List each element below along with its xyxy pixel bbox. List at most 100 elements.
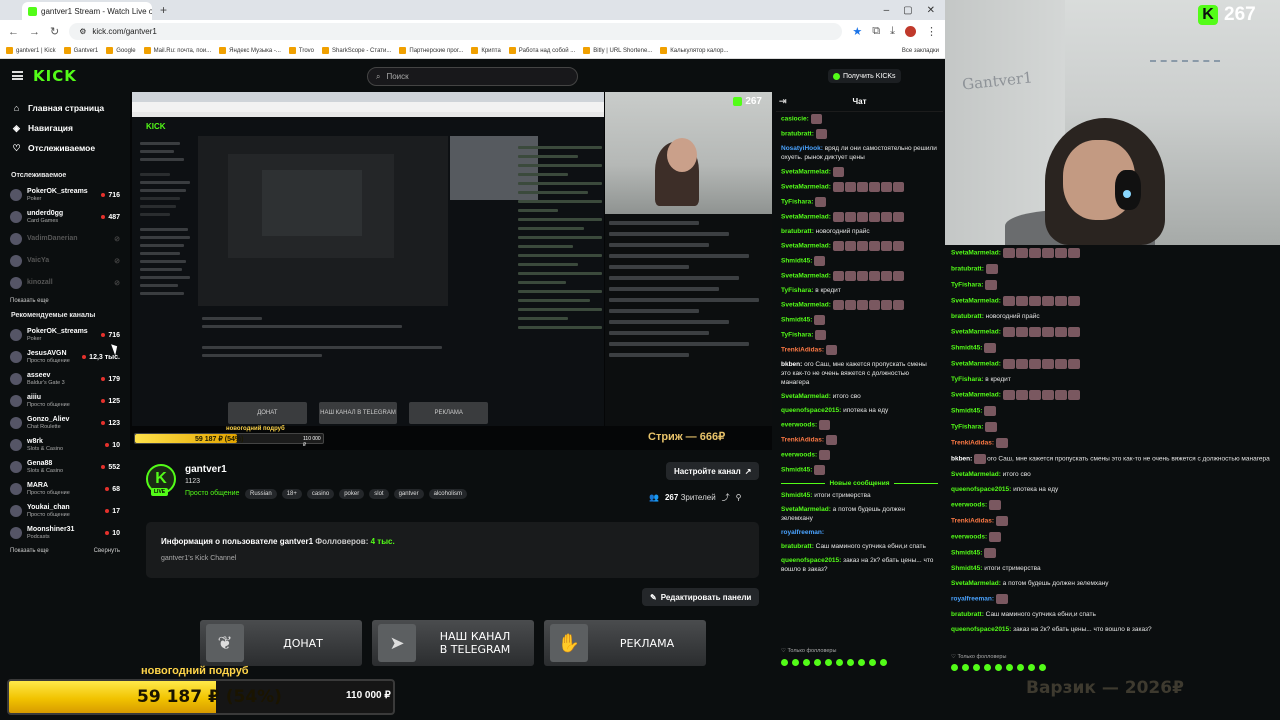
bookmark-star-icon[interactable]: ★ (852, 25, 862, 38)
bookmark-item[interactable]: Партнерские прог... (399, 47, 463, 54)
chat-username[interactable]: SvetaMarmelad: (781, 169, 831, 176)
chat-username[interactable]: bratubratt: (781, 543, 814, 550)
chat-username[interactable]: TrenkiAdidas: (781, 437, 824, 444)
tag-pill[interactable]: poker (339, 489, 365, 499)
chat-username[interactable]: bratubratt: (781, 228, 814, 235)
chat-username[interactable]: royalfreeman: (951, 596, 994, 603)
channel-item[interactable]: VadimDanerian ⊘ (0, 228, 130, 250)
emote-icon[interactable] (880, 659, 887, 666)
chat-username[interactable]: TrenkiAdidas: (781, 347, 824, 354)
channel-item[interactable]: Youkai_chan Просто общение 17 (0, 500, 130, 522)
share-icon[interactable]: ⤴ (722, 492, 730, 503)
channel-item[interactable]: PokerOK_streams Poker 716 (0, 184, 130, 206)
chat-username[interactable]: SvetaMarmelad: (951, 298, 1001, 305)
chat-username[interactable]: SvetaMarmelad: (951, 392, 1001, 399)
chat-username[interactable]: Shmidt45: (951, 565, 982, 572)
chat-username[interactable]: Shmidt45: (781, 258, 812, 265)
chat-username[interactable]: everwoods: (781, 422, 817, 429)
bookmark-item[interactable]: Калькулятор калор... (660, 47, 728, 54)
chat-username[interactable]: SvetaMarmelad: (781, 393, 831, 400)
emote-icon[interactable] (825, 659, 832, 666)
chat-username[interactable]: SvetaMarmelad: (951, 471, 1001, 478)
chat-username[interactable]: TrenkiAdidas: (951, 518, 994, 525)
chat-username[interactable]: TrenkiAdidas: (951, 440, 994, 447)
minimize-icon[interactable]: – (884, 5, 890, 16)
chat-username[interactable]: everwoods: (951, 534, 987, 541)
emote-icon[interactable] (792, 659, 799, 666)
chat-username[interactable]: TyFishara: (781, 332, 813, 339)
chat-username[interactable]: SvetaMarmelad: (951, 361, 1001, 368)
emote-icon[interactable] (836, 659, 843, 666)
channel-item[interactable]: Moonshiner31 Podcasts 10 (0, 522, 130, 544)
chat-username[interactable]: Shmidt45: (781, 492, 812, 499)
chat-username[interactable]: Shmidt45: (951, 345, 982, 352)
bookmark-item[interactable]: gantver1 | Kick (6, 47, 56, 54)
maximize-icon[interactable]: ▢ (903, 5, 912, 16)
chat-username[interactable]: TyFishara: (951, 424, 983, 431)
tag-pill[interactable]: Russian (245, 489, 277, 499)
tag-pill[interactable]: slot (369, 489, 389, 499)
chat-username[interactable]: Shmidt45: (951, 550, 982, 557)
emote-icon[interactable] (858, 659, 865, 666)
tag-pill[interactable]: alcoholism (428, 489, 467, 499)
chat-username[interactable]: SvetaMarmelad: (781, 273, 831, 280)
tag-pill[interactable]: casino (306, 489, 335, 499)
chat-username[interactable]: queenofspace2015: (781, 557, 841, 564)
show-more-link-2[interactable]: Показать еще (10, 548, 49, 554)
menu-icon[interactable] (12, 71, 23, 80)
emote-icon[interactable] (781, 659, 788, 666)
channel-item[interactable]: PokerOK_streams Poker 716 (0, 324, 130, 346)
chat-username[interactable]: TyFishara: (781, 287, 813, 294)
setup-channel-button[interactable]: Настройте канал ↗ (666, 462, 760, 480)
back-icon[interactable]: ← (8, 26, 19, 38)
tag-pill[interactable]: 18+ (281, 489, 302, 499)
browser-menu-icon[interactable]: ⋮ (926, 25, 937, 38)
chat-username[interactable]: bratubratt: (951, 266, 984, 273)
all-bookmarks-link[interactable]: Все закладки (902, 48, 939, 54)
emote-icon[interactable] (814, 659, 821, 666)
chat-username[interactable]: TyFishara: (951, 376, 983, 383)
chat-username[interactable]: SvetaMarmelad: (781, 243, 831, 250)
panel-telegram[interactable]: ➤ НАШ КАНАЛ В TELEGRAM (372, 620, 534, 666)
chat-username[interactable]: SvetaMarmelad: (951, 580, 1001, 587)
bookmark-item[interactable]: Крипта (471, 47, 501, 54)
chat-username[interactable]: everwoods: (781, 452, 817, 459)
channel-item[interactable]: Gena88 Slots & Casino 552 (0, 456, 130, 478)
chat-username[interactable]: SvetaMarmelad: (951, 250, 1001, 257)
stream-category[interactable]: Просто общение (185, 490, 239, 497)
panel-donate[interactable]: ❦ ДОНАТ (200, 620, 362, 666)
chat-username[interactable]: SvetaMarmelad: (781, 302, 831, 309)
panel-ads[interactable]: ✋ РЕКЛАМА (544, 620, 706, 666)
nav-home[interactable]: ⌂ Главная страница (0, 98, 130, 118)
forward-icon[interactable]: → (29, 26, 40, 38)
edit-panels-button[interactable]: ✎ Редактировать панели (642, 588, 760, 606)
show-more-link[interactable]: Показать еще (10, 298, 49, 304)
channel-item[interactable]: VaicYa ⊘ (0, 250, 130, 272)
kick-logo[interactable]: KICK (33, 67, 77, 85)
channel-item[interactable]: aiiiu Просто общение 125 (0, 390, 130, 412)
bookmark-item[interactable]: Mail.Ru: почта, пои... (143, 47, 211, 54)
nav-browse[interactable]: ◈ Навигация (0, 118, 130, 138)
chat-username[interactable]: casiocie: (781, 116, 809, 123)
emote-icon[interactable] (803, 659, 810, 666)
channel-item[interactable]: w8rk Slots & Casino 10 (0, 434, 130, 456)
url-field[interactable]: ⚙ kick.com/gantver1 (69, 23, 843, 40)
chat-username[interactable]: Shmidt45: (951, 408, 982, 415)
bookmark-item[interactable]: Bitly | URL Shortene... (583, 47, 652, 54)
chat-username[interactable]: TyFishara: (781, 199, 813, 206)
downloads-icon[interactable]: ⤓ (890, 25, 895, 38)
tag-pill[interactable]: gantver (393, 489, 424, 499)
chat-username[interactable]: TyFishara: (951, 282, 983, 289)
chat-username[interactable]: Shmidt45: (781, 317, 812, 324)
chat-username[interactable]: queenofspace2015: (951, 486, 1011, 493)
chat-username[interactable]: bratubratt: (951, 611, 984, 618)
channel-item[interactable]: asseev Baldur's Gate 3 179 (0, 368, 130, 390)
chat-username[interactable]: SvetaMarmelad: (951, 329, 1001, 336)
channel-name[interactable]: gantver1 (185, 464, 227, 475)
chat-username[interactable]: bkben: (951, 456, 972, 463)
chat-username[interactable]: Shmidt45: (781, 467, 812, 474)
profile-avatar[interactable] (905, 26, 916, 37)
bookmark-item[interactable]: Работа над собой ... (508, 47, 575, 54)
chat-username[interactable]: SvetaMarmelad: (781, 214, 831, 221)
nav-following[interactable]: ♡ Отслеживаемое (0, 138, 130, 158)
